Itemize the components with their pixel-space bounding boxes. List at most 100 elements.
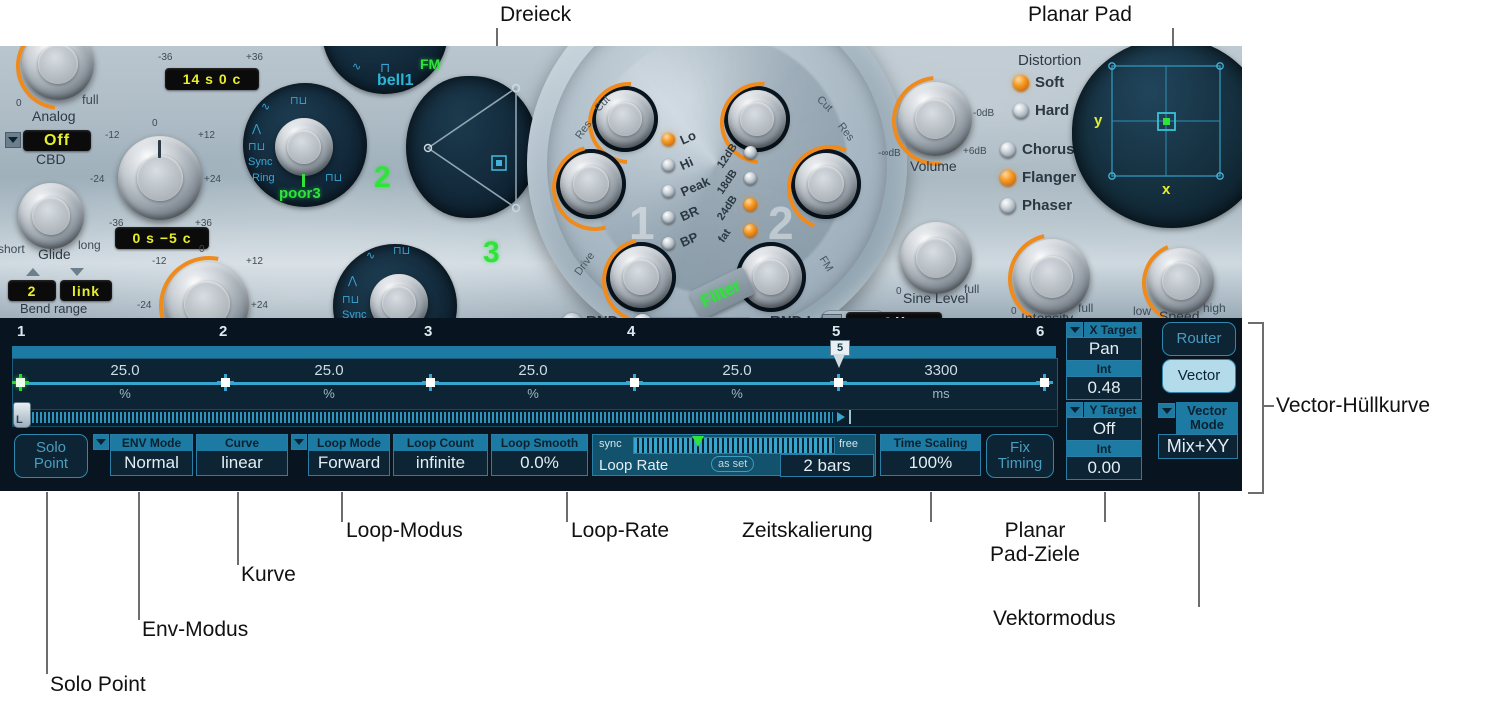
loop-count-value[interactable]: infinite	[394, 451, 487, 475]
chorus-led[interactable]	[1000, 142, 1016, 158]
sine-level-knob[interactable]	[900, 222, 972, 294]
env-segment-4-value[interactable]: 25.0	[682, 362, 792, 379]
osc1-tick-high: +36	[246, 52, 263, 63]
filter-mode-led-bp[interactable]	[662, 237, 675, 250]
volume-max-tick: +6dB	[963, 146, 987, 157]
loop-smooth-control[interactable]: Loop Smooth 0.0%	[491, 434, 588, 476]
analog-min-tick: 0	[16, 98, 22, 109]
callout-loop-rate: Loop-Rate	[571, 519, 670, 542]
loop-mode-control[interactable]: Loop Mode Forward	[308, 434, 390, 476]
env-node-1[interactable]	[12, 374, 29, 391]
planar-pad-y-axis-label: y	[1094, 112, 1103, 129]
curve-control[interactable]: Curve linear	[196, 434, 288, 476]
filter-slope-led-fat[interactable]	[744, 224, 757, 237]
triangle-vector-display[interactable]	[406, 76, 538, 218]
env-node-6[interactable]	[1036, 374, 1053, 391]
vector-button[interactable]: Vector	[1162, 359, 1236, 393]
time-scaling-value[interactable]: 100%	[881, 451, 980, 475]
env-node-5[interactable]	[830, 374, 847, 391]
env-segment-1-value[interactable]: 25.0	[70, 362, 180, 379]
curve-value[interactable]: linear	[197, 451, 287, 475]
loop-smooth-value[interactable]: 0.0%	[492, 451, 587, 475]
loop-mode-dropdown-arrow[interactable]	[291, 434, 307, 450]
filter-mode-led-peak[interactable]	[662, 185, 675, 198]
bend-range-value[interactable]: 2	[8, 280, 56, 301]
flanger-led[interactable]	[1000, 170, 1016, 186]
osc2-tick-m12: -12	[105, 130, 120, 141]
env-mode-value[interactable]: Normal	[111, 451, 192, 475]
bend-range-down-arrow[interactable]	[70, 268, 84, 276]
cbd-dropdown-arrow[interactable]	[5, 132, 21, 148]
analog-max-tick: full	[82, 92, 99, 107]
distortion-soft-led[interactable]	[1013, 75, 1029, 91]
loop-mode-value[interactable]: Forward	[309, 451, 389, 475]
filter-slope-led-24db[interactable]	[744, 198, 757, 211]
x-target-value[interactable]: Pan	[1066, 337, 1142, 361]
x-target-int-value[interactable]: 0.48	[1066, 376, 1142, 400]
env-segment-5-unit: ms	[932, 386, 950, 401]
y-target-dropdown-arrow[interactable]	[1066, 402, 1083, 417]
leader-vector-envelope	[1262, 405, 1274, 407]
env-node-4[interactable]	[626, 374, 643, 391]
env-segment-2-value[interactable]: 25.0	[274, 362, 384, 379]
loop-rate-slider-thumb[interactable]	[692, 436, 704, 447]
osc2-tune-readout[interactable]: 0 s −5 c	[115, 227, 209, 249]
filter-mode-led-hi[interactable]	[662, 159, 675, 172]
filter-slope-led-18db[interactable]	[744, 172, 757, 185]
intensity-min-tick: 0	[1011, 306, 1017, 317]
osc3-tick-0: 0	[199, 244, 205, 255]
phaser-label: Phaser	[1022, 197, 1073, 214]
glide-label: Glide	[38, 246, 71, 262]
osc2-waveform-knob[interactable]	[275, 118, 333, 176]
env-node-2[interactable]	[217, 374, 234, 391]
glide-min-tick: short	[0, 242, 25, 256]
bend-range-link[interactable]: link	[60, 280, 112, 301]
callout-planar-pad: Planar Pad	[1028, 3, 1132, 26]
env-node-3[interactable]	[422, 374, 439, 391]
vector-mode-value[interactable]: Mix+XY	[1158, 434, 1238, 459]
y-target-value[interactable]: Off	[1066, 417, 1142, 441]
solo-point-button[interactable]: Solo Point	[14, 434, 88, 478]
env-ruler-6: 6	[1036, 323, 1045, 340]
filter-slope-led-12db[interactable]	[744, 146, 757, 159]
distortion-hard-led[interactable]	[1013, 103, 1029, 119]
env-top-bar[interactable]	[12, 346, 1056, 358]
osc2-tick-p24: +24	[204, 174, 221, 185]
phaser-led[interactable]	[1000, 198, 1016, 214]
loop-rate-control[interactable]: sync free Loop Rate as set 2 bars	[592, 434, 876, 477]
vector-mode-dropdown-arrow[interactable]	[1158, 403, 1175, 418]
env-polyline	[22, 382, 1050, 385]
fix-timing-button[interactable]: Fix Timing	[986, 434, 1054, 478]
env-segment-5-value[interactable]: 3300	[886, 362, 996, 379]
env-ruler-5: 5	[832, 323, 841, 340]
glide-knob[interactable]	[18, 183, 84, 249]
router-button[interactable]: Router	[1162, 322, 1236, 356]
env-mode-dropdown-arrow[interactable]	[93, 434, 109, 450]
env-segment-3-value[interactable]: 25.0	[478, 362, 588, 379]
osc1-tune-readout[interactable]: 14 s 0 c	[165, 68, 259, 90]
x-target-dropdown-arrow[interactable]	[1066, 322, 1083, 337]
env-mode-control[interactable]: ENV Mode Normal	[110, 434, 193, 476]
x-target-int-label: Int	[1066, 361, 1142, 376]
callout-dreieck: Dreieck	[500, 3, 572, 26]
filter-mode-led-lo[interactable]	[662, 133, 675, 146]
env-sustain-marker[interactable]: 5	[830, 340, 850, 356]
bend-range-up-arrow[interactable]	[26, 268, 40, 276]
leader-planar-pad-ziele	[1104, 492, 1106, 522]
loop-rate-value[interactable]: 2 bars	[780, 454, 874, 477]
loop-count-control[interactable]: Loop Count infinite	[393, 434, 488, 476]
env-loop-end-marker[interactable]	[849, 410, 851, 424]
loop-rate-slider[interactable]	[633, 437, 835, 454]
leader-kurve	[237, 492, 239, 565]
distortion-hard-label: Hard	[1035, 102, 1070, 119]
leader-solo-point	[46, 492, 48, 674]
filter-mode-led-br[interactable]	[662, 211, 675, 224]
osc2-tune-knob[interactable]	[118, 136, 202, 220]
time-scaling-control[interactable]: Time Scaling 100%	[880, 434, 981, 476]
filter2-fm-knob[interactable]	[740, 246, 802, 308]
y-target-int-value[interactable]: 0.00	[1066, 456, 1142, 480]
triangle-shape-icon	[423, 83, 521, 213]
planar-pad[interactable]: y x	[1072, 46, 1242, 228]
osc2-tick-0: 0	[152, 118, 158, 129]
cbd-value[interactable]: Off	[23, 130, 91, 151]
